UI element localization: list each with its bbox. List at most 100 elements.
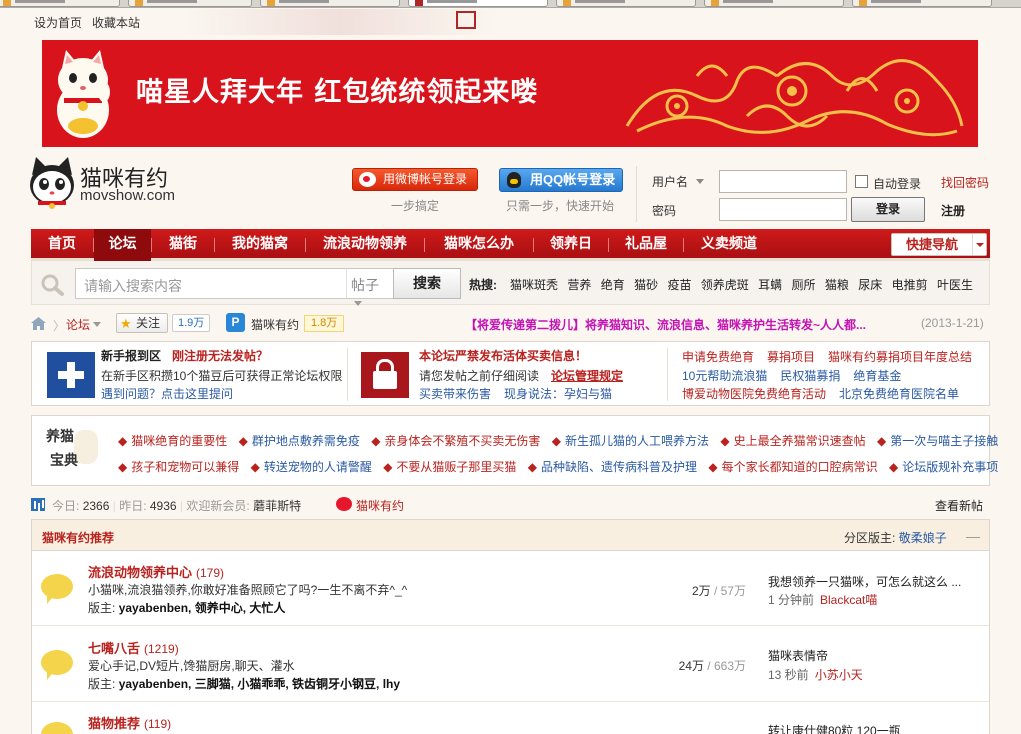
nav-item-gift-shop[interactable]: 礼品屋 [609,229,683,261]
knowledge-link[interactable]: 品种缺陷、遗传病科普及护理 [541,460,697,474]
browser-tab[interactable] [556,0,696,7]
view-new-posts-link[interactable]: 查看新帖 [935,497,983,514]
announcement-link[interactable]: 【将爱传递第二拨儿】将养猫知识、流浪信息、猫咪养护生活转发~人人都... [465,316,905,333]
search-input[interactable]: 请输入搜索内容 [75,268,347,299]
hot-word[interactable]: 猫咪斑秃 [510,278,558,292]
neuter-fund-link[interactable]: 绝育基金 [853,369,901,383]
chevron-down-icon [972,234,986,255]
board-last-post[interactable]: 我想领养一只猫咪，可怎么就这么 ... [768,573,968,590]
promo-banner[interactable]: 喵星人拜大年 红包统统领起来喽 [42,40,978,147]
browser-tab[interactable] [260,0,400,7]
knowledge-link[interactable]: 群护地点敷养需免疫 [252,434,360,448]
hot-word[interactable]: 厕所 [792,278,816,292]
section-title[interactable]: 猫咪有约推荐 [42,529,114,546]
board-last-post[interactable]: 转让康仕健80粒 120一瓶 [768,722,968,734]
qq-login-button[interactable]: 用QQ帐号登录 [499,168,623,192]
knowledge-link[interactable]: 孩子和宠物可以兼得 [131,460,239,474]
hot-word[interactable]: 绝育 [601,278,625,292]
bookmark-site-link[interactable]: 收藏本站 [92,16,140,30]
donation-summary-link[interactable]: 猫咪有约募捐项目年度总结 [828,350,972,364]
ask-question-link[interactable]: 遇到问题？点击这里提问 [101,385,233,402]
hot-word[interactable]: 电推剪 [892,278,928,292]
knowledge-link[interactable]: 论坛版规补充事项 [902,460,998,474]
weibo-account-link[interactable]: 猫咪有约 [356,497,404,514]
browser-tab[interactable] [0,0,120,7]
moderator-link[interactable]: 敬柔娘子 [899,531,947,545]
browser-tab-active[interactable] [408,0,548,7]
weibo-icon[interactable] [336,497,352,511]
auto-login-label[interactable]: 自动登录 [873,175,921,192]
app-name[interactable]: 猫咪有约 [251,316,299,333]
forum-rules-link[interactable]: 论坛管理规定 [551,367,623,384]
register-link[interactable]: 注册 [941,202,965,219]
app-icon[interactable]: P [226,313,245,332]
beijing-hospital-list-link[interactable]: 北京免费绝育医院名单 [839,387,959,401]
help-stray-link[interactable]: 10元帮助流浪猫 [682,369,767,383]
free-neuter-link[interactable]: 申请免费绝育 [682,350,754,364]
hot-word[interactable]: 尿床 [858,278,882,292]
last-poster-link[interactable]: Blackcat喵 [820,593,877,607]
star-icon: ★ [120,316,132,331]
hot-word[interactable]: 领养虎斑 [701,278,749,292]
home-icon[interactable] [31,317,46,330]
hot-word[interactable]: 疫苗 [667,278,691,292]
username-input[interactable] [719,170,847,193]
donation-links-row: 博爱动物医院免费绝育活动 北京免费绝育医院名单 [682,385,959,402]
nav-item-charity-sale[interactable]: 义卖频道 [684,229,774,261]
seal-stamp-icon [456,11,476,29]
knowledge-link[interactable]: 亲身体会不繁殖不买卖无伤害 [384,434,540,448]
nav-item-my-cat-nest[interactable]: 我的猫窝 [215,229,305,261]
browser-tab[interactable] [128,0,252,7]
board-title[interactable]: 流浪动物领养中心 (179) [88,562,224,581]
board-last-post[interactable]: 猫咪表情帝 [768,647,968,664]
help-plus-icon[interactable] [47,352,95,398]
hot-word[interactable]: 叶医生 [937,278,973,292]
last-poster-link[interactable]: 小苏小天 [815,668,863,682]
nav-item-cat-help[interactable]: 猫咪怎么办 [425,229,533,261]
search-type-select[interactable]: 帖子 [346,268,394,306]
quick-nav-dropdown[interactable]: 快捷导航 [891,233,987,256]
nav-item-forum[interactable]: 论坛 [94,229,151,261]
set-homepage-link[interactable]: 设为首页 [34,16,82,30]
trade-harm-link[interactable]: 买卖带来伤害 [419,385,491,402]
knowledge-link[interactable]: 第一次与喵主子接触 [890,434,998,448]
hot-word[interactable]: 猫砂 [634,278,658,292]
follow-button[interactable]: ★ 关注 [116,313,168,333]
nav-item-home[interactable]: 首页 [31,229,93,261]
knowledge-link[interactable]: 转送宠物的人请警醒 [264,460,372,474]
hot-word[interactable]: 猫粮 [825,278,849,292]
search-button[interactable]: 搜索 [393,268,461,299]
nav-item-adoption-day[interactable]: 领养日 [534,229,608,261]
board-title[interactable]: 猫物推荐 (119) [88,713,171,732]
password-input[interactable] [719,198,847,221]
knowledge-link[interactable]: 猫咪绝育的重要性 [131,434,227,448]
username-label[interactable]: 用户名 [652,173,705,190]
donation-projects-link[interactable]: 募捐项目 [767,350,815,364]
knowledge-link[interactable]: 每个家长都知道的口腔病常识 [722,460,878,474]
hot-word[interactable]: 耳螨 [758,278,782,292]
forum-section-header: 猫咪有约推荐 分区版主: 敬柔娘子 — [31,519,990,551]
weibo-login-button[interactable]: 用微博帐号登录 [352,168,478,191]
browser-tab[interactable] [852,0,992,7]
breadcrumb-forum[interactable]: 论坛 [66,316,102,333]
knowledge-link[interactable]: 新生孤儿猫的人工喂养方法 [565,434,709,448]
knowledge-link[interactable]: 不要从猫贩子那里买猫 [396,460,516,474]
new-member-link[interactable]: 蘑菲斯特 [253,499,301,513]
auto-login-checkbox[interactable] [855,175,868,188]
pregnant-cat-link[interactable]: 现身说法：孕妇与猫 [504,385,612,402]
hot-word[interactable]: 营养 [567,278,591,292]
nav-item-cat-street[interactable]: 猫街 [152,229,214,261]
no-trade-notice-title[interactable]: 本论坛严禁发布活体买卖信息！ [419,347,587,364]
find-password-link[interactable]: 找回密码 [941,174,989,191]
board-title[interactable]: 七嘴八舌 (1219) [88,638,179,657]
minquan-donation-link[interactable]: 民权猫募捐 [780,369,840,383]
login-button[interactable]: 登录 [851,197,925,222]
site-logo[interactable]: 猫咪有约 movshow.com [28,157,188,211]
boai-hospital-link[interactable]: 博爱动物医院免费绝育活动 [682,387,826,401]
knowledge-link[interactable]: 史上最全养猫常识速查帖 [734,434,866,448]
newbie-area-title[interactable]: 新手报到区 [101,347,161,364]
collapse-icon[interactable]: — [966,528,980,544]
nav-item-stray-adoption[interactable]: 流浪动物领养 [306,229,424,261]
browser-tab[interactable] [704,0,844,7]
cannot-post-link[interactable]: 刚注册无法发帖？ [172,347,268,364]
